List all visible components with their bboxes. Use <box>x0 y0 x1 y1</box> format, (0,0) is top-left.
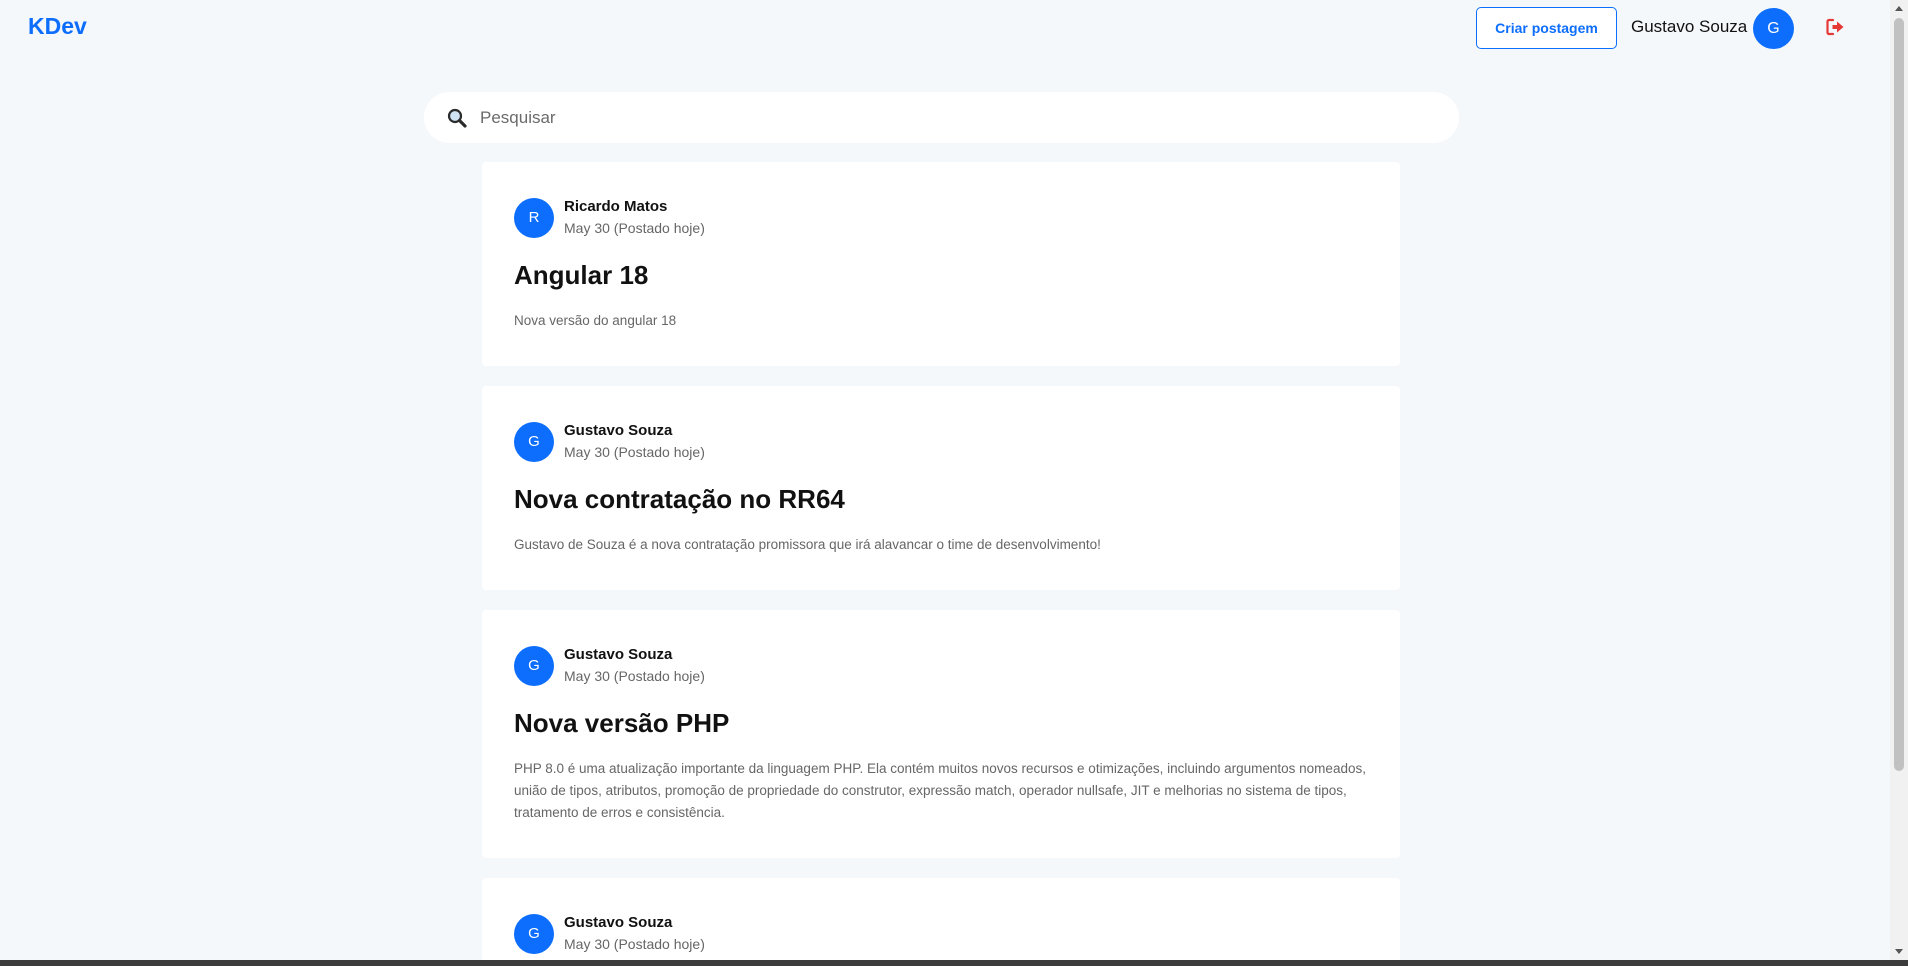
post-card[interactable]: G Gustavo Souza May 30 (Postado hoje) No… <box>482 386 1400 590</box>
post-body: Gustavo de Souza é a nova contratação pr… <box>514 537 1101 552</box>
post-meta: Gustavo Souza May 30 (Postado hoje) <box>564 420 705 463</box>
logout-icon[interactable] <box>1826 18 1846 36</box>
search-input[interactable] <box>480 107 1380 128</box>
author-avatar[interactable]: G <box>514 421 554 462</box>
bottom-edge-bar <box>0 960 1908 966</box>
page: KDev Criar postagem Gustavo Souza G R Ri… <box>0 0 1908 966</box>
post-date: May 30 (Postado hoje) <box>564 936 705 952</box>
post-feed: R Ricardo Matos May 30 (Postado hoje) An… <box>482 162 1400 966</box>
scrollbar-thumb[interactable] <box>1894 18 1904 771</box>
current-user-name: Gustavo Souza <box>1631 17 1748 36</box>
author-name[interactable]: Gustavo Souza <box>564 912 705 933</box>
post-meta: Ricardo Matos May 30 (Postado hoje) <box>564 196 705 239</box>
post-header: G Gustavo Souza May 30 (Postado hoje) <box>514 912 1368 955</box>
app-logo[interactable]: KDev <box>28 13 87 40</box>
search-icon <box>446 107 468 129</box>
create-post-button[interactable]: Criar postagem <box>1476 7 1617 49</box>
post-body: Nova versão do angular 18 <box>514 313 677 328</box>
post-title[interactable]: Nova versão PHP <box>514 707 1368 739</box>
author-avatar[interactable]: G <box>514 645 554 686</box>
post-title[interactable]: Angular 18 <box>514 259 1368 291</box>
post-header: R Ricardo Matos May 30 (Postado hoje) <box>514 196 1368 239</box>
post-date: May 30 (Postado hoje) <box>564 668 705 684</box>
author-avatar[interactable]: R <box>514 197 554 238</box>
post-date: May 30 (Postado hoje) <box>564 220 705 236</box>
post-meta: Gustavo Souza May 30 (Postado hoje) <box>564 644 705 687</box>
vertical-scrollbar[interactable] <box>1890 0 1908 960</box>
search-bar <box>424 92 1459 143</box>
author-name[interactable]: Gustavo Souza <box>564 420 705 441</box>
post-header: G Gustavo Souza May 30 (Postado hoje) <box>514 644 1368 687</box>
post-body: PHP 8.0 é uma atualização importante da … <box>514 761 1366 820</box>
scroll-down-arrow-icon[interactable] <box>1895 949 1903 954</box>
post-meta: Gustavo Souza May 30 (Postado hoje) <box>564 912 705 955</box>
post-card[interactable]: G Gustavo Souza May 30 (Postado hoje) <box>482 878 1400 966</box>
author-name[interactable]: Gustavo Souza <box>564 644 705 665</box>
current-user-avatar[interactable]: G <box>1753 8 1794 49</box>
author-avatar[interactable]: G <box>514 913 554 954</box>
post-date: May 30 (Postado hoje) <box>564 444 705 460</box>
post-title[interactable]: Nova contratação no RR64 <box>514 483 1368 515</box>
author-name[interactable]: Ricardo Matos <box>564 196 705 217</box>
post-card[interactable]: R Ricardo Matos May 30 (Postado hoje) An… <box>482 162 1400 366</box>
top-header: KDev Criar postagem Gustavo Souza G <box>0 0 1890 56</box>
post-header: G Gustavo Souza May 30 (Postado hoje) <box>514 420 1368 463</box>
post-card[interactable]: G Gustavo Souza May 30 (Postado hoje) No… <box>482 610 1400 858</box>
scroll-up-arrow-icon[interactable] <box>1895 6 1903 11</box>
